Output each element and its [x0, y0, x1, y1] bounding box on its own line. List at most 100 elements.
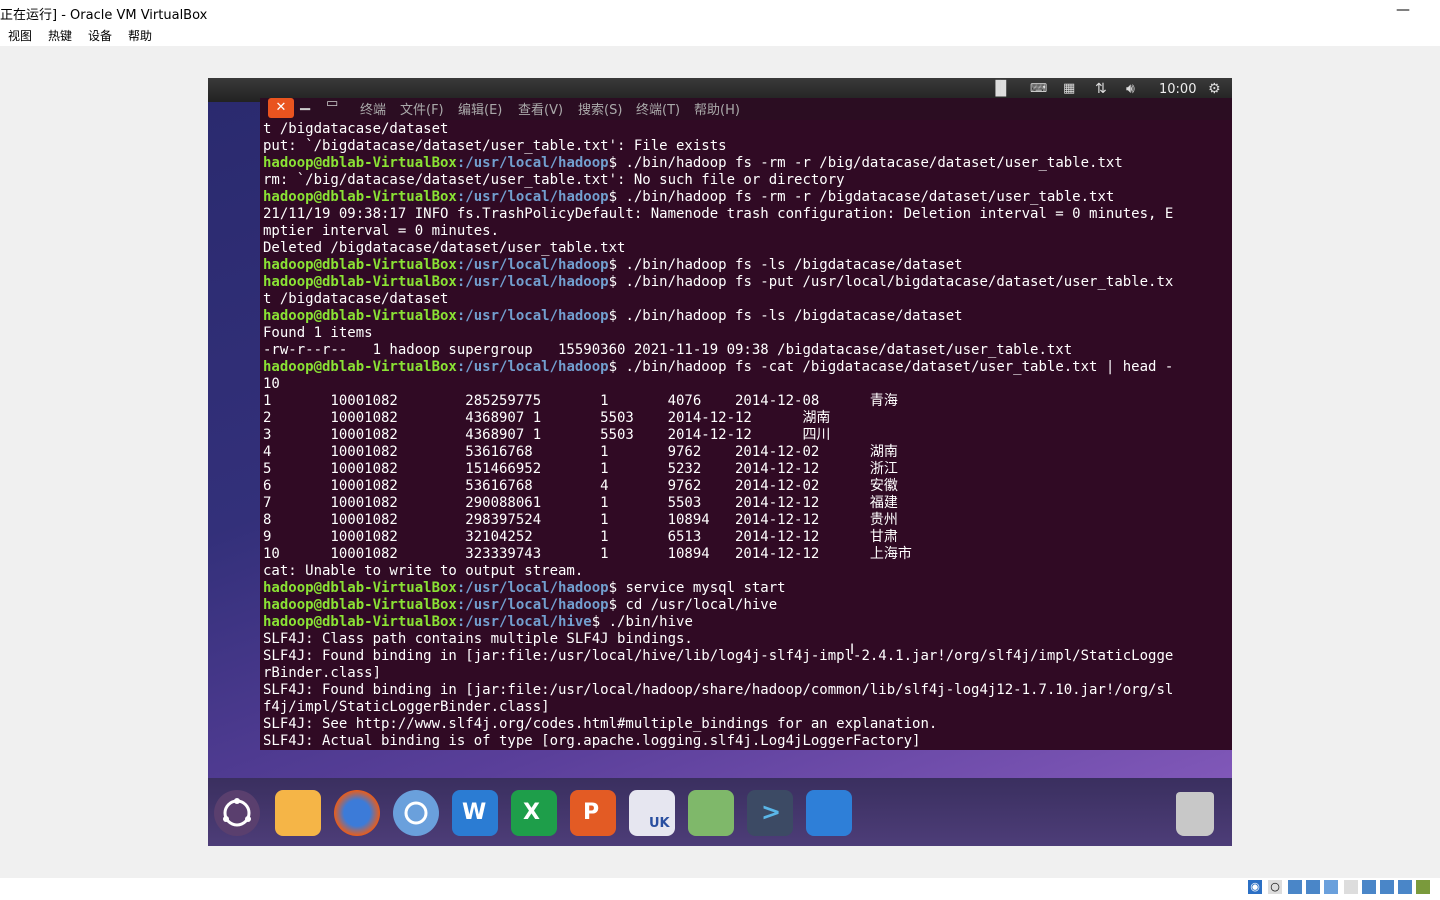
prompt-path: :/usr/local/hadoop	[456, 257, 609, 273]
menu-devices[interactable]: 设备	[88, 27, 112, 44]
display-icon[interactable]	[1362, 880, 1376, 894]
terminal-line: cat: Unable to write to output stream.	[263, 563, 584, 579]
terminal-line: rBinder.class]	[263, 665, 382, 681]
terminal-line: Deleted /bigdatacase/dataset/user_table.…	[263, 240, 626, 256]
input-method-icon[interactable]: ⌨	[1030, 81, 1047, 95]
terminal-title-menu: ✕ ▁ ▭ 终端 文件(F) 编辑(E) 查看(V) 搜索(S) 终端(T) 帮…	[260, 96, 1232, 120]
prompt-user: hadoop@dblab-VirtualBox	[263, 359, 457, 375]
network-adapter-icon[interactable]	[1306, 880, 1320, 894]
gear-icon[interactable]: ⚙	[1208, 81, 1221, 97]
terminal-line: hadoop@dblab-VirtualBox:/usr/local/hadoo…	[263, 580, 1173, 597]
maximize-window-button[interactable]: ▭	[326, 96, 338, 111]
terminal-line: 9 10001082 32104252 1 6513 2014-12-12 甘肃	[263, 529, 898, 545]
firefox-icon[interactable]	[334, 790, 380, 836]
software-icon[interactable]	[688, 790, 734, 836]
clock[interactable]: 10:00	[1159, 82, 1196, 97]
minimize-button[interactable]: —	[1396, 2, 1410, 18]
terminal-line: -rw-r--r-- 1 hadoop supergroup 15590360 …	[263, 342, 1073, 358]
volume-icon[interactable]: 🔊︎	[1126, 81, 1135, 97]
menu-terminal[interactable]: 终端(T)	[636, 99, 680, 118]
menu-edit[interactable]: 编辑(E)	[458, 99, 502, 118]
terminal-line: rm: `/big/datacase/dataset/user_table.tx…	[263, 172, 845, 188]
menu-help-term[interactable]: 帮助(H)	[694, 99, 740, 118]
prompt-user: hadoop@dblab-VirtualBox	[263, 189, 457, 205]
hdd-icon[interactable]: ◉	[1248, 880, 1262, 894]
terminal-line: 5 10001082 151466952 1 5232 2014-12-12 浙…	[263, 461, 898, 477]
terminal-line: t /bigdatacase/dataset	[263, 291, 449, 307]
terminal-line: SLF4J: Found binding in [jar:file:/usr/l…	[263, 682, 1174, 698]
menu-search[interactable]: 搜索(S)	[578, 99, 622, 118]
host-menu-bar: 视图 热键 设备 帮助	[0, 24, 1440, 46]
prompt-path: :/usr/local/hadoop	[456, 597, 609, 613]
terminal-icon[interactable]: >	[747, 790, 793, 836]
guest-screen[interactable]: ▐▌ ⌨ ▦ ⇅ 🔊︎ 10:00 ⚙ ✕ ▁ ▭ 终端 文件(F) 编辑(E)…	[208, 78, 1232, 846]
close-button[interactable]: ✕	[268, 98, 294, 118]
network-icon[interactable]: ⇅	[1095, 81, 1107, 97]
terminal-line: 7 10001082 290088061 1 5503 2014-12-12 福…	[263, 495, 898, 511]
terminal-line: 21/11/19 09:38:17 INFO fs.TrashPolicyDef…	[263, 206, 1174, 222]
trash-icon[interactable]	[1176, 792, 1214, 836]
terminal-line: hadoop@dblab-VirtualBox:/usr/local/hive$…	[263, 614, 1173, 631]
terminal-line: mptier interval = 0 minutes.	[263, 223, 500, 239]
menu-view-term[interactable]: 查看(V)	[518, 99, 563, 118]
terminal-line: 2 10001082 4368907 1 5503 2014-12-12 湖南	[263, 410, 831, 426]
terminal-line: t /bigdatacase/dataset	[263, 121, 449, 137]
optical-icon[interactable]: ○	[1268, 880, 1282, 894]
minimize-window-button[interactable]: ▁	[300, 96, 310, 111]
command-text: $ ./bin/hadoop fs -rm -r /bigdatacase/da…	[608, 189, 1115, 205]
menu-view[interactable]: 视图	[8, 27, 32, 44]
recording-icon[interactable]	[1380, 880, 1394, 894]
prompt-user: hadoop@dblab-VirtualBox	[263, 597, 457, 613]
prompt-path: :/usr/local/hadoop	[456, 308, 609, 324]
terminal-line: SLF4J: Class path contains multiple SLF4…	[263, 631, 693, 647]
menu-hotkeys[interactable]: 热键	[48, 27, 72, 44]
prompt-user: hadoop@dblab-VirtualBox	[263, 155, 457, 171]
word-icon[interactable]: W	[452, 790, 498, 836]
terminal-output[interactable]: t /bigdatacase/dataset put: `/bigdatacase…	[260, 120, 1232, 750]
text-cursor-icon: I	[850, 642, 855, 658]
command-text: $ ./bin/hadoop fs -rm -r /big/datacase/d…	[608, 155, 1123, 171]
command-text: $ ./bin/hive	[591, 614, 693, 630]
keyboard-layout-icon[interactable]: ▐▌	[990, 81, 1012, 97]
terminal-line: hadoop@dblab-VirtualBox:/usr/local/hadoo…	[263, 257, 1173, 274]
files-icon[interactable]	[275, 790, 321, 836]
window-icon[interactable]	[806, 790, 852, 836]
prompt-path: :/usr/local/hadoop	[456, 580, 609, 596]
terminal-line: 6 10001082 53616768 4 9762 2014-12-02 安徽	[263, 478, 898, 494]
command-text: $ ./bin/hadoop fs -ls /bigdatacase/datas…	[608, 257, 963, 273]
chromium-icon[interactable]	[393, 790, 439, 836]
terminal-line: 10 10001082 323339743 1 10894 2014-12-12…	[263, 546, 912, 562]
menu-help[interactable]: 帮助	[128, 27, 152, 44]
excel-icon[interactable]: X	[511, 790, 557, 836]
uk-app-icon[interactable]: UK	[629, 790, 675, 836]
terminal-line: hadoop@dblab-VirtualBox:/usr/local/hadoo…	[263, 155, 1173, 172]
usb-icon[interactable]	[1324, 880, 1338, 894]
terminal-line: 10	[263, 376, 280, 392]
menu-file[interactable]: 文件(F)	[400, 99, 444, 118]
prompt-user: hadoop@dblab-VirtualBox	[263, 274, 457, 290]
terminal-line: put: `/bigdatacase/dataset/user_table.tx…	[263, 138, 727, 154]
prompt-path: :/usr/local/hadoop	[456, 359, 609, 375]
host-title-bar: 正在运行] - Oracle VM VirtualBox —	[0, 0, 1440, 24]
terminal-line: SLF4J: See http://www.slf4j.org/codes.ht…	[263, 716, 938, 732]
terminal-line: hadoop@dblab-VirtualBox:/usr/local/hadoo…	[263, 359, 1173, 376]
window-title: 正在运行] - Oracle VM VirtualBox	[0, 8, 208, 23]
terminal-line: hadoop@dblab-VirtualBox:/usr/local/hadoo…	[263, 308, 1173, 325]
terminal-line: hadoop@dblab-VirtualBox:/usr/local/hadoo…	[263, 274, 1173, 291]
ubuntu-icon[interactable]	[214, 790, 260, 836]
terminal-line: hadoop@dblab-VirtualBox:/usr/local/hadoo…	[263, 597, 1173, 614]
terminal-line: 1 10001082 285259775 1 4076 2014-12-08 青…	[263, 393, 898, 409]
terminal-line: f4j/impl/StaticLoggerBinder.class]	[263, 699, 550, 715]
audio-icon[interactable]	[1288, 880, 1302, 894]
powerpoint-icon[interactable]: P	[570, 790, 616, 836]
mouse-integration-icon[interactable]	[1416, 880, 1430, 894]
terminal-line: hadoop@dblab-VirtualBox:/usr/local/hadoo…	[263, 189, 1173, 206]
cpu-icon[interactable]	[1398, 880, 1412, 894]
dock: W X P UK >	[208, 778, 1232, 846]
menu-terminal-title: 终端	[360, 103, 387, 118]
prompt-path: :/usr/local/hadoop	[456, 274, 609, 290]
terminal-line: 8 10001082 298397524 1 10894 2014-12-12 …	[263, 512, 898, 528]
calendar-icon[interactable]: ▦	[1063, 81, 1075, 96]
prompt-user: hadoop@dblab-VirtualBox	[263, 308, 457, 324]
shared-folder-icon[interactable]	[1344, 880, 1358, 894]
